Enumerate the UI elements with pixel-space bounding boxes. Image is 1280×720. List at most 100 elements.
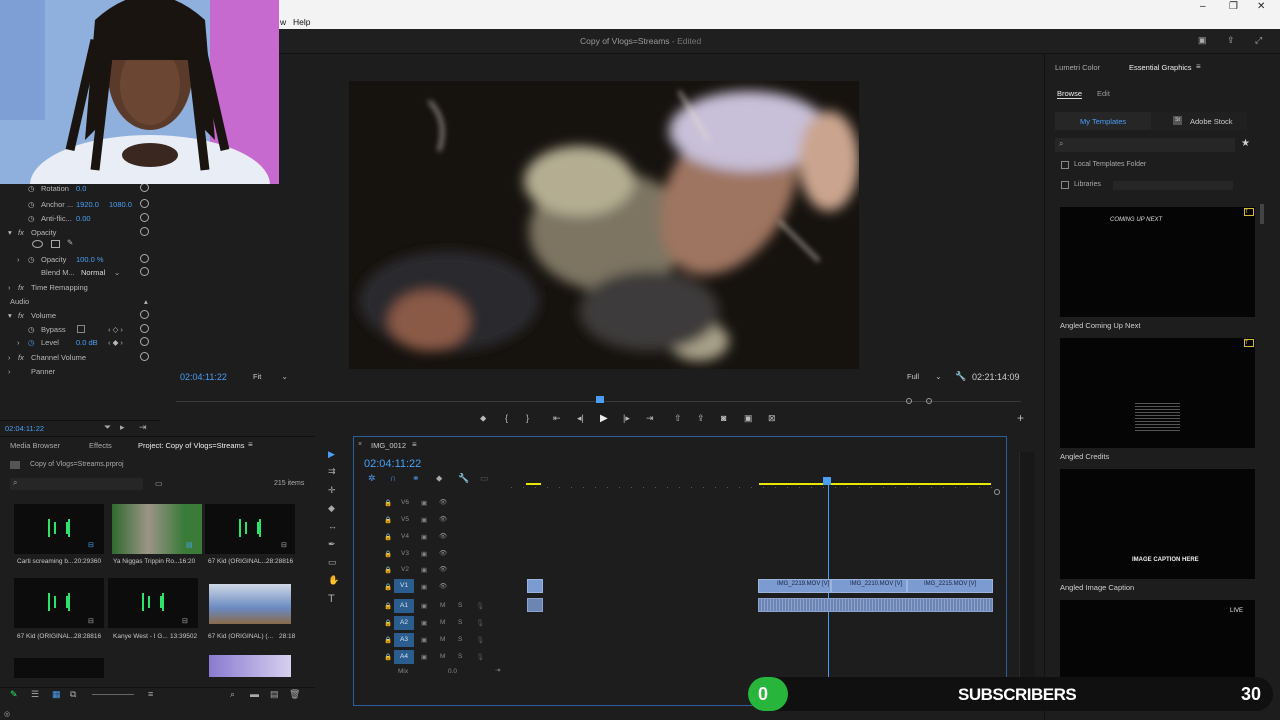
expand-arrow-icon[interactable]: ▾ — [8, 228, 12, 237]
a1-source-target[interactable]: A1 — [394, 599, 414, 613]
eye-icon[interactable]: 👁 — [439, 582, 447, 590]
pencil-icon[interactable]: ✎ — [10, 689, 18, 700]
quick-export-icon[interactable]: ▣ — [1198, 35, 1207, 46]
new-bin-icon[interactable]: ▭ — [155, 479, 163, 488]
fit-select[interactable]: Fit ⌄ — [253, 372, 288, 381]
freeform-view-icon[interactable]: ⧉ — [70, 689, 76, 700]
solo-icon[interactable]: S — [458, 653, 462, 660]
project-search-input[interactable]: ⌕ — [10, 478, 143, 490]
eye-icon[interactable]: 👁 — [439, 565, 447, 573]
type-tool-icon[interactable]: T — [328, 593, 335, 605]
asset-video-thumbnail[interactable] — [209, 584, 291, 624]
keyframe-nav-icon[interactable]: ‹ ◆ › — [108, 338, 123, 347]
eye-icon[interactable]: 👁 — [439, 549, 447, 557]
zoom-handle[interactable] — [926, 398, 932, 404]
settings-wrench-icon[interactable]: 🔧 — [458, 473, 469, 484]
lock-icon[interactable]: 🔒 — [384, 566, 392, 574]
stopwatch-icon[interactable]: ◷ — [28, 200, 35, 209]
export-icon[interactable]: ⇥ — [139, 422, 147, 433]
playhead-marker[interactable] — [596, 396, 604, 403]
libraries-select[interactable] — [1113, 181, 1233, 190]
reset-icon[interactable] — [140, 267, 149, 276]
mark-out-icon[interactable]: } — [526, 413, 529, 423]
eye-icon[interactable]: 👁 — [439, 498, 447, 506]
a2-target[interactable]: A2 — [394, 616, 414, 630]
lock-icon[interactable]: 🔒 — [384, 499, 392, 507]
comparison-view-icon[interactable]: ▣ — [744, 413, 753, 424]
export-frame-icon[interactable]: ◙ — [721, 413, 726, 423]
share-icon[interactable]: ⇪ — [1227, 35, 1235, 46]
add-button-icon[interactable]: + — [1017, 411, 1024, 425]
mix-expand-icon[interactable]: ⇥ — [495, 666, 500, 674]
sync-lock-icon[interactable]: ▣ — [421, 636, 427, 644]
tab-effects[interactable]: Effects — [89, 441, 112, 450]
step-forward-icon[interactable]: |▸ — [623, 413, 630, 424]
opacity-value[interactable]: 100.0 % — [76, 255, 104, 264]
reset-icon[interactable] — [140, 352, 149, 361]
close-icon[interactable]: ✕ — [1257, 1, 1265, 12]
stopwatch-icon[interactable]: ◷ — [28, 325, 35, 334]
asset-audio-thumbnail[interactable] — [14, 658, 104, 678]
level-value[interactable]: 0.0 dB — [76, 338, 98, 347]
sync-lock-icon[interactable]: ▣ — [421, 516, 427, 524]
minimize-icon[interactable]: – — [1200, 1, 1206, 12]
mic-icon[interactable]: 🎙 — [476, 619, 484, 627]
close-icon[interactable]: × — [358, 441, 362, 448]
panel-menu-icon[interactable]: ≡ — [1196, 62, 1201, 71]
stopwatch-icon[interactable]: ◷ — [28, 338, 35, 347]
reset-icon[interactable] — [140, 183, 149, 192]
lock-icon[interactable]: 🔒 — [384, 533, 392, 541]
v1-source-target[interactable]: V1 — [394, 579, 414, 593]
anchor-y-value[interactable]: 1080.0 — [109, 200, 132, 209]
template-thumb-live[interactable]: LIVE — [1060, 600, 1255, 680]
bypass-checkbox[interactable] — [77, 325, 85, 333]
program-video-frame[interactable] — [349, 81, 859, 369]
tab-project[interactable]: Project: Copy of Vlogs=Streams — [138, 441, 245, 450]
lock-icon[interactable]: 🔒 — [384, 583, 392, 591]
new-item-icon[interactable]: ▤ — [270, 689, 279, 700]
stopwatch-icon[interactable]: ◷ — [28, 255, 35, 264]
expand-arrow-icon[interactable]: › — [8, 367, 11, 376]
tab-media-browser[interactable]: Media Browser — [10, 441, 60, 450]
reset-icon[interactable] — [140, 337, 149, 346]
play-icon[interactable]: ▶ — [600, 413, 608, 424]
sync-lock-icon[interactable]: ▣ — [421, 653, 427, 661]
chevron-down-icon[interactable]: ⌄ — [114, 268, 120, 277]
mark-in-icon[interactable]: { — [505, 413, 508, 423]
asset-video-thumbnail[interactable] — [209, 655, 291, 677]
local-folder-checkbox[interactable] — [1061, 161, 1069, 169]
video-clip[interactable] — [527, 579, 543, 593]
rectangle-mask-icon[interactable] — [51, 240, 60, 248]
lock-icon[interactable]: 🔒 — [384, 602, 392, 610]
template-thumb-image-caption[interactable]: IMAGE CAPTION HERE — [1060, 469, 1255, 579]
collapse-icon[interactable]: ▴ — [144, 297, 148, 306]
video-clip[interactable]: IMG_2210.MOV [V] — [831, 579, 907, 593]
panel-menu-icon[interactable]: ≡ — [412, 440, 417, 449]
add-marker-icon[interactable]: ⬥ — [436, 473, 442, 484]
reset-icon[interactable] — [140, 310, 149, 319]
sync-lock-icon[interactable]: ▣ — [421, 499, 427, 507]
mute-icon[interactable]: M — [440, 653, 445, 660]
my-templates-button[interactable]: My Templates — [1055, 112, 1151, 130]
wrench-icon[interactable]: 🔧 — [955, 371, 966, 382]
video-clip[interactable]: IMG_2219.MOV [V] — [758, 579, 831, 593]
rotation-value[interactable]: 0.0 — [76, 184, 86, 193]
lock-icon[interactable]: 🔒 — [384, 653, 392, 661]
slip-icon[interactable]: ↔ — [328, 521, 337, 531]
a4-target[interactable]: A4 — [394, 650, 414, 664]
go-to-out-icon[interactable]: ⇥ — [646, 413, 654, 424]
sync-lock-icon[interactable]: ▣ — [421, 533, 427, 541]
star-icon[interactable]: ★ — [1241, 138, 1250, 149]
tab-lumetri-color[interactable]: Lumetri Color — [1055, 63, 1100, 72]
eye-icon[interactable]: 👁 — [439, 515, 447, 523]
extract-icon[interactable]: ⇪ — [697, 413, 705, 424]
solo-icon[interactable]: S — [458, 602, 462, 609]
hand-icon[interactable]: ✋ — [328, 575, 339, 586]
adobe-stock-button[interactable]: St Adobe Stock — [1151, 112, 1247, 130]
template-search-input[interactable]: ⌕ — [1055, 138, 1235, 152]
linked-selection-icon[interactable]: ⚭ — [412, 473, 420, 484]
pen-mask-icon[interactable]: ✎ — [67, 238, 73, 247]
captions-icon[interactable]: ▭ — [480, 473, 489, 484]
lift-icon[interactable]: ⇧ — [674, 413, 682, 424]
lock-icon[interactable]: 🔒 — [384, 550, 392, 558]
